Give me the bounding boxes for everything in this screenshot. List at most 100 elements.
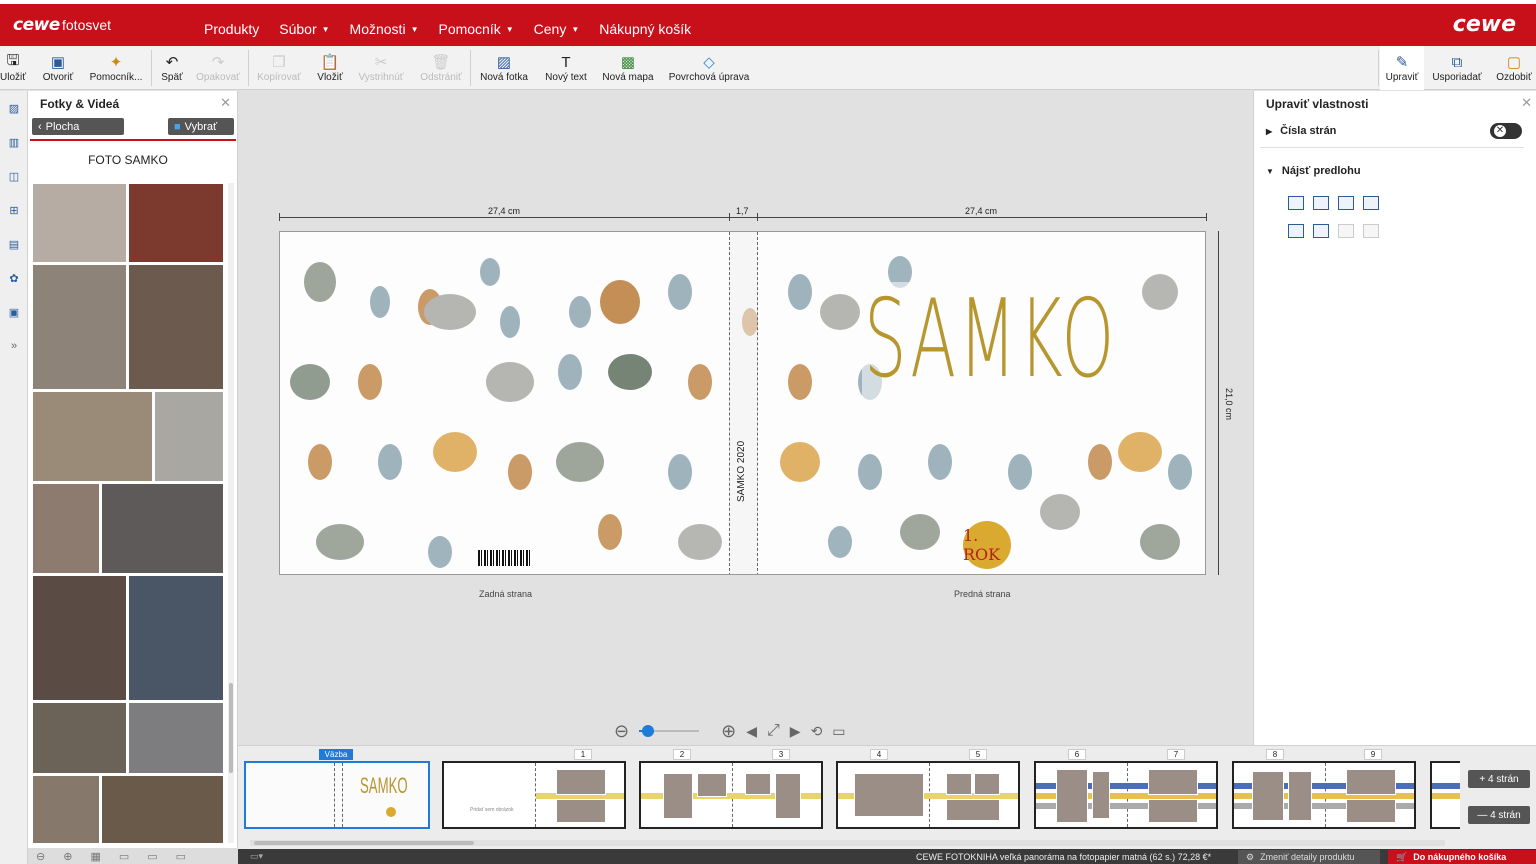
to-cart-button[interactable]: 🛒 Do nákupného košíka xyxy=(1388,850,1536,864)
template-icon[interactable] xyxy=(1313,196,1329,210)
photo-thumbnail[interactable] xyxy=(128,264,224,390)
page-numbers-row[interactable]: ▶ Čísla strán xyxy=(1266,125,1336,137)
view-option-icon[interactable]: ▭ xyxy=(147,850,157,863)
cut-button[interactable]: ✂ Vystrihnúť xyxy=(356,46,406,90)
scrollbar-thumb[interactable] xyxy=(229,683,233,773)
page-view-icon[interactable]: ▭ xyxy=(832,723,845,740)
template-icon[interactable] xyxy=(1363,196,1379,210)
zoom-in-icon[interactable]: ⊕ xyxy=(721,721,736,742)
photo-thumbnail[interactable] xyxy=(32,702,127,774)
new-photo-button[interactable]: ▨ Nová fotka xyxy=(478,46,530,90)
page-thumbnail[interactable] xyxy=(1034,761,1218,829)
cewe-logo[interactable]: cewe xyxy=(13,15,60,35)
photo-thumbnail[interactable] xyxy=(32,575,127,701)
open-button[interactable]: ▣ Otvoriť xyxy=(38,46,78,90)
scrollbar-thumb[interactable] xyxy=(254,841,474,845)
select-button[interactable]: ■ Vybrať xyxy=(168,118,234,135)
spine-width-label: 1,7 xyxy=(736,206,749,216)
page-numbers-toggle[interactable]: ✕ xyxy=(1490,123,1522,139)
find-template-row[interactable]: ▼ Nájsť predlohu xyxy=(1266,165,1361,177)
remove-pages-button[interactable]: — 4 strán xyxy=(1468,806,1530,824)
photo-thumbnail[interactable] xyxy=(101,775,224,843)
close-icon[interactable]: ✕ xyxy=(220,95,231,111)
edit-tab[interactable]: ✎ Upraviť xyxy=(1380,46,1424,90)
photo-thumbnail[interactable] xyxy=(128,575,224,701)
close-icon[interactable]: ✕ xyxy=(1521,95,1532,111)
spine-text[interactable]: SAMKO 2020 xyxy=(736,441,747,502)
template-icon[interactable] xyxy=(1313,224,1329,238)
paste-button[interactable]: 📋 Vložiť xyxy=(314,46,346,90)
photos-icon[interactable]: ▨ xyxy=(0,91,28,125)
fit-screen-icon[interactable]: ⤢ xyxy=(767,722,780,740)
photo-thumbnail[interactable] xyxy=(154,391,224,482)
strip-scrollbar[interactable] xyxy=(250,840,1445,846)
text-icon: T xyxy=(561,53,571,71)
view-option-icon[interactable]: ▭ xyxy=(176,850,186,863)
grid-icon[interactable]: ⊞ xyxy=(0,193,28,227)
folder-icon: ■ xyxy=(174,120,181,133)
photo-thumbnail[interactable] xyxy=(128,702,224,774)
menu-ceny[interactable]: Ceny ▼ xyxy=(524,21,590,37)
zoom-knob[interactable] xyxy=(642,725,655,737)
decorate-tab[interactable]: ▢ Ozdobiť xyxy=(1494,46,1534,90)
copy-button[interactable]: ❐ Kopírovať xyxy=(256,46,302,90)
expand-icon[interactable]: » xyxy=(0,329,28,363)
back-button[interactable]: ‹ Plocha xyxy=(32,118,124,135)
new-text-button[interactable]: T Nový text xyxy=(542,46,590,90)
photo-thumbnail[interactable] xyxy=(32,264,127,390)
backgrounds-icon[interactable]: ◫ xyxy=(0,159,28,193)
grid-view-icon[interactable]: ▦ xyxy=(90,850,100,863)
zoom-out-icon[interactable]: ⊖ xyxy=(614,721,629,742)
photo-thumbnail[interactable] xyxy=(32,391,153,482)
view-option-icon[interactable]: ▭ xyxy=(119,850,129,863)
cover-thumbnail[interactable]: SAMKO xyxy=(244,761,430,829)
menu-kosik[interactable]: Nákupný košík xyxy=(589,21,701,37)
change-details-button[interactable]: ⚙ Zmeniť detaily produktu xyxy=(1238,850,1380,864)
photo-thumbnail[interactable] xyxy=(32,183,127,263)
prev-page-icon[interactable]: ◀ xyxy=(746,723,757,740)
photo-thumbnail[interactable] xyxy=(32,775,100,843)
add-pages-button[interactable]: + 4 strán xyxy=(1468,770,1530,788)
book-cover-spread[interactable]: SAMKO 2020 SAMKO 1. ROK xyxy=(279,231,1206,575)
menu-pomocnik[interactable]: Pomocník ▼ xyxy=(428,21,523,37)
photo-thumbnail[interactable] xyxy=(32,483,100,574)
page-photo xyxy=(663,773,693,819)
arrange-tab[interactable]: ⧉ Usporiadať xyxy=(1430,46,1484,90)
template-icon xyxy=(1363,224,1379,238)
page-thumbnail[interactable] xyxy=(1430,761,1460,829)
zoom-slider[interactable] xyxy=(639,725,700,737)
page-thumbnail[interactable]: Pridať sem obrázok xyxy=(442,761,626,829)
menu-produkty[interactable]: Produkty xyxy=(194,21,269,37)
menu-moznosti[interactable]: Možnosti ▼ xyxy=(340,21,429,37)
delete-button[interactable]: 🗑 Odstrániť xyxy=(418,46,464,90)
page-photo xyxy=(697,773,727,797)
surface-finish-button[interactable]: ◇ Povrchová úprava xyxy=(666,46,752,90)
status-menu-icon[interactable]: ▭▾ xyxy=(250,851,263,862)
menu-subor[interactable]: Súbor ▼ xyxy=(269,21,339,37)
page-thumbnail[interactable] xyxy=(639,761,823,829)
frames-icon[interactable]: ▣ xyxy=(0,295,28,329)
save-button[interactable]: 🖫 Uložiť xyxy=(0,46,26,90)
undo-button[interactable]: ↶ Späť xyxy=(158,46,186,90)
photo-scrollbar[interactable] xyxy=(228,183,234,843)
page-thumbnail[interactable] xyxy=(1232,761,1416,829)
clipart-icon[interactable]: ✿ xyxy=(0,261,28,295)
rotate-icon[interactable]: ⟲ xyxy=(811,723,823,740)
template-icon[interactable] xyxy=(1288,196,1304,210)
book-spine[interactable] xyxy=(729,232,758,574)
photo-thumbnail[interactable] xyxy=(128,183,224,263)
template-icon[interactable] xyxy=(1338,196,1354,210)
zoom-out-icon[interactable]: ⊖ xyxy=(36,850,45,863)
helper-button[interactable]: ✦ Pomocník... xyxy=(88,46,144,90)
page-thumbnail[interactable] xyxy=(836,761,1020,829)
template-icon[interactable] xyxy=(1288,224,1304,238)
zoom-in-icon[interactable]: ⊕ xyxy=(63,850,72,863)
pattern-icon[interactable]: ▤ xyxy=(0,227,28,261)
redo-button[interactable]: ↷ Opakovať xyxy=(196,46,240,90)
next-page-icon[interactable]: ▶ xyxy=(790,723,801,740)
cover-title[interactable]: SAMKO xyxy=(864,277,1117,402)
age-badge[interactable]: 1. ROK xyxy=(963,521,1011,569)
layouts-icon[interactable]: ▥ xyxy=(0,125,28,159)
photo-thumbnail[interactable] xyxy=(101,483,224,574)
new-map-button[interactable]: ▩ Nová mapa xyxy=(601,46,655,90)
